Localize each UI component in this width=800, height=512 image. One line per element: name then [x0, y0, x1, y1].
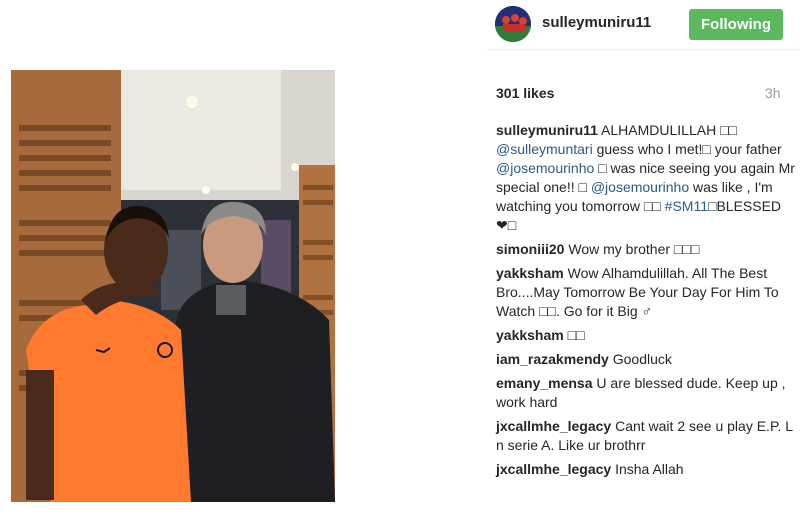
- comment-text: Wow my brother □□□: [564, 241, 700, 257]
- comment: iam_razakmendy Goodluck: [496, 350, 796, 369]
- likes-count[interactable]: 301 likes: [496, 85, 554, 101]
- caption-text: ALHAMDULILLAH □□: [597, 122, 738, 138]
- post-photo-image: [11, 70, 335, 502]
- comment-username[interactable]: iam_razakmendy: [496, 351, 609, 367]
- comment-text: Insha Allah: [611, 461, 684, 477]
- comment-username[interactable]: jxcallmhe_legacy: [496, 418, 611, 434]
- caption-username[interactable]: sulleymuniru11: [496, 122, 598, 138]
- comment: jxcallmhe_legacy Insha Allah: [496, 460, 796, 479]
- comment: yakksham □□: [496, 326, 796, 345]
- caption: sulleymuniru11 ALHAMDULILLAH □□ @sulleym…: [496, 121, 796, 235]
- avatar[interactable]: [495, 6, 531, 42]
- header-divider: [487, 49, 800, 50]
- comment: jxcallmhe_legacy Cant wait 2 see u play …: [496, 417, 796, 455]
- comment-text: □□: [563, 327, 585, 343]
- mention-link[interactable]: @josemourinho: [496, 160, 594, 176]
- post-timestamp[interactable]: 3h: [765, 85, 781, 101]
- avatar-image: [495, 6, 531, 42]
- comment-username[interactable]: yakksham: [496, 265, 564, 281]
- comment: simoniii20 Wow my brother □□□: [496, 240, 796, 259]
- comment-username[interactable]: yakksham: [496, 327, 564, 343]
- comment-username[interactable]: simoniii20: [496, 241, 564, 257]
- following-button[interactable]: Following: [689, 9, 783, 40]
- post-photo[interactable]: [11, 70, 335, 502]
- comment: yakksham Wow Alhamdulillah. All The Best…: [496, 264, 796, 321]
- comment-text: Goodluck: [608, 351, 672, 367]
- comment: emany_mensa U are blessed dude. Keep up …: [496, 374, 796, 412]
- comment-username[interactable]: jxcallmhe_legacy: [496, 461, 611, 477]
- header-username[interactable]: sulleymuniru11: [542, 14, 651, 31]
- hashtag-link[interactable]: #SM11: [665, 198, 708, 214]
- comment-username[interactable]: emany_mensa: [496, 375, 593, 391]
- mention-link[interactable]: @sulleymuntari: [496, 141, 593, 157]
- caption-text: guess who I met!□ your father: [592, 141, 782, 157]
- comments-list: sulleymuniru11 ALHAMDULILLAH □□ @sulleym…: [496, 121, 796, 484]
- mention-link[interactable]: @josemourinho: [591, 179, 689, 195]
